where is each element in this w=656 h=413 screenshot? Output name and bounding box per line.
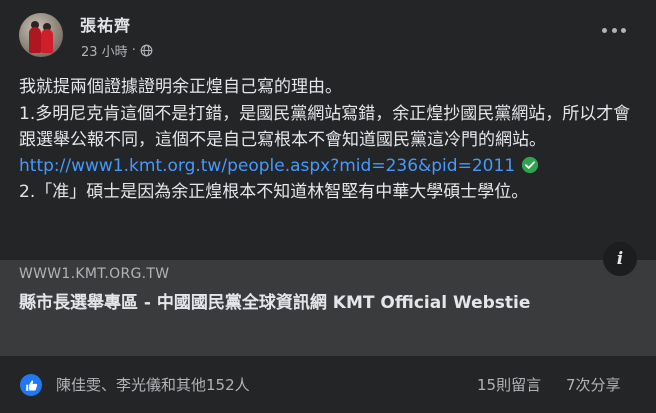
post-text-line: 我就提兩個證據證明余正煌自己寫的理由。	[19, 77, 342, 97]
info-icon[interactable]: i	[603, 242, 637, 276]
preview-image[interactable]	[0, 242, 656, 260]
post-text-point-1: 1.多明尼克肯這個不是打錯，是國民黨網站寫錯，余正煌抄國民黨網站，所以才會跟選舉…	[19, 104, 631, 150]
thumbs-up-icon	[25, 379, 37, 391]
globe-icon[interactable]	[140, 44, 153, 57]
comments-count[interactable]: 15則留言	[477, 374, 541, 395]
shares-count[interactable]: 7次分享	[566, 374, 621, 395]
preview-title[interactable]: 縣市長選舉專區 - 中國國民黨全球資訊網 KMT Official Websti…	[19, 291, 579, 316]
more-options-icon[interactable]	[602, 24, 626, 36]
facebook-post: 張祐齊 23 小時 · 我就提兩個證據證明余正煌自己寫的理由。 1.多明尼克肯這…	[0, 0, 656, 413]
like-reaction-icon[interactable]	[20, 374, 42, 396]
avatar[interactable]	[19, 13, 63, 57]
post-timestamp[interactable]: 23 小時	[81, 41, 128, 60]
post-text-point-2: 2.「准」碩士是因為余正煌根本不知道林智堅有中華大學碩士學位。	[19, 182, 529, 202]
preview-domain: WWW1.KMT.ORG.TW	[19, 266, 170, 282]
meta-separator: ·	[131, 43, 136, 58]
author-name[interactable]: 張祐齊	[80, 12, 131, 36]
post-meta: 23 小時 ·	[81, 41, 153, 60]
reactions-summary[interactable]: 陳佳雯、李光儀和其他152人	[56, 374, 250, 395]
post-link[interactable]: http://www1.kmt.org.tw/people.aspx?mid=2…	[19, 156, 515, 176]
post-text: 我就提兩個證據證明余正煌自己寫的理由。 1.多明尼克肯這個不是打錯，是國民黨網站…	[19, 74, 644, 205]
check-circle-icon	[521, 156, 539, 174]
